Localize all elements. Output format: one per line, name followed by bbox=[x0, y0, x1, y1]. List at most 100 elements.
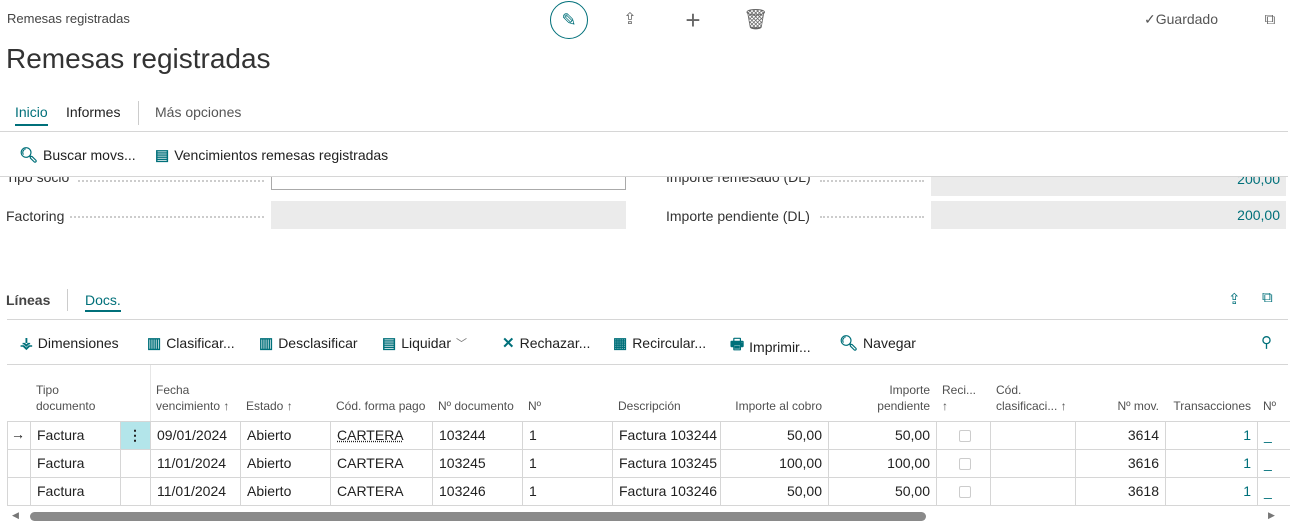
cell-desc: Factura 103246 bbox=[612, 477, 720, 505]
column-header[interactable]: Descripción bbox=[618, 370, 714, 420]
cell-tipo: Factura bbox=[30, 477, 120, 505]
saved-status: ✓Guardado bbox=[1144, 11, 1219, 27]
cell-forma[interactable]: CARTERA bbox=[330, 421, 432, 449]
factoring-label: Factoring bbox=[6, 208, 65, 224]
reci-cell bbox=[936, 421, 990, 449]
column-header[interactable]: Nº mov. bbox=[1081, 370, 1160, 420]
dimensiones-button[interactable]: ⚶ Dimensiones bbox=[20, 334, 119, 352]
edit-button[interactable]: ✎ bbox=[550, 1, 588, 39]
tab-inicio[interactable]: Inicio bbox=[15, 104, 48, 126]
reci-cell bbox=[936, 477, 990, 505]
vencimientos-button[interactable]: ▤ Vencimientos remesas registradas bbox=[155, 146, 388, 164]
reci-cell bbox=[936, 449, 990, 477]
cell-last[interactable]: _ bbox=[1257, 449, 1290, 477]
action-label: Dimensiones bbox=[37, 335, 119, 351]
column-header[interactable]: Cód. clasificaci... ↑ bbox=[996, 370, 1069, 420]
cell-fecha: 09/01/2024 bbox=[150, 421, 240, 449]
action-label: Imprimir... bbox=[749, 338, 811, 355]
tab-mas-opciones[interactable]: Más opciones bbox=[155, 104, 241, 120]
new-icon[interactable]: + bbox=[681, 7, 705, 33]
cell-forma[interactable]: CARTERA bbox=[330, 477, 432, 505]
action-label: Recircular... bbox=[632, 335, 707, 351]
reject-icon: ✕ bbox=[502, 335, 515, 352]
cell-estado: Abierto bbox=[240, 477, 330, 505]
checkbox[interactable] bbox=[959, 430, 971, 443]
column-header[interactable]: Estado ↑ bbox=[246, 370, 324, 420]
action-label: Vencimientos remesas registradas bbox=[174, 147, 389, 163]
dimensions-icon: ⚶ bbox=[20, 335, 33, 352]
desclasificar-button[interactable]: ▥ Desclasificar bbox=[259, 334, 358, 352]
cell-pend: 100,00 bbox=[828, 449, 936, 477]
action-label: Rechazar... bbox=[519, 335, 591, 351]
column-header[interactable]: Reci... ↑ bbox=[942, 370, 984, 420]
liquidar-button[interactable]: ▤ Liquidar ﹀ bbox=[382, 334, 467, 352]
cell-last[interactable]: _ bbox=[1257, 421, 1290, 449]
navegar-button[interactable]: 🔍︎ Navegar bbox=[839, 334, 916, 352]
column-header[interactable]: Importe al cobro bbox=[726, 370, 822, 420]
due-dates-icon: ▤ bbox=[155, 147, 170, 164]
share-icon[interactable]: ⇪ bbox=[618, 8, 642, 32]
cell-tipo: Factura bbox=[30, 449, 120, 477]
cell-clasif bbox=[990, 421, 1075, 449]
column-header[interactable]: Importe pendiente bbox=[834, 370, 930, 420]
cell-mov: 3616 bbox=[1075, 449, 1165, 477]
pin-icon[interactable]: ⚲ bbox=[1261, 333, 1272, 351]
tab-informes[interactable]: Informes bbox=[66, 104, 120, 120]
action-label: Clasificar... bbox=[166, 335, 235, 351]
imprimir-button[interactable]: 🖶 Imprimir... bbox=[730, 334, 811, 359]
column-header[interactable]: Cód. forma pago bbox=[336, 370, 426, 420]
chevron-down-icon: ﹀ bbox=[456, 338, 468, 350]
column-header[interactable]: Transacciones bbox=[1171, 370, 1251, 420]
saved-label: Guardado bbox=[1155, 11, 1219, 27]
cell-cobro: 50,00 bbox=[720, 421, 828, 449]
clasificar-button[interactable]: ▥ Clasificar... bbox=[147, 334, 235, 352]
cell-cobro: 100,00 bbox=[720, 449, 828, 477]
cell-cobro: 50,00 bbox=[720, 477, 828, 505]
cell-trans[interactable]: 1 bbox=[1165, 421, 1257, 449]
column-header[interactable]: Nº documento bbox=[438, 370, 516, 420]
cell-trans[interactable]: 1 bbox=[1165, 449, 1257, 477]
lines-title[interactable]: Líneas bbox=[6, 292, 50, 308]
cell-forma[interactable]: CARTERA bbox=[330, 449, 432, 477]
recircular-button[interactable]: ▦ Recircular... bbox=[613, 334, 706, 352]
row-menu-cell bbox=[120, 449, 150, 477]
dots bbox=[820, 180, 924, 182]
column-header[interactable]: Fecha vencimiento ↑ bbox=[156, 370, 234, 420]
expand-icon[interactable]: ⧉ bbox=[1262, 289, 1273, 306]
action-label: Desclasificar bbox=[278, 335, 358, 351]
scroll-left-arrow[interactable]: ◀ bbox=[12, 510, 19, 521]
scroll-right-arrow[interactable]: ▶ bbox=[1268, 510, 1275, 521]
checkbox[interactable] bbox=[959, 486, 971, 499]
importe-remesado-field: 200,00 bbox=[931, 177, 1286, 196]
cell-desc: Factura 103245 bbox=[612, 449, 720, 477]
share-lines-icon[interactable]: ⇪ bbox=[1228, 290, 1241, 308]
dots bbox=[820, 216, 924, 218]
uncategorize-icon: ▥ bbox=[259, 335, 274, 352]
cell-trans[interactable]: 1 bbox=[1165, 477, 1257, 505]
divider bbox=[7, 421, 8, 505]
horizontal-scrollbar[interactable] bbox=[30, 512, 926, 521]
action-label: Liquidar bbox=[401, 335, 452, 351]
column-header[interactable]: Nº bbox=[528, 370, 606, 420]
cell-desc: Factura 103244 bbox=[612, 421, 720, 449]
buscar-movs-button[interactable]: 🔍︎ Buscar movs... bbox=[19, 146, 136, 164]
column-header[interactable]: Nº bbox=[1263, 370, 1284, 420]
cell-doc: 103245 bbox=[432, 449, 522, 477]
rechazar-button[interactable]: ✕ Rechazar... bbox=[502, 334, 590, 352]
cell-estado: Abierto bbox=[240, 449, 330, 477]
checkbox[interactable] bbox=[959, 458, 971, 471]
tab-docs[interactable]: Docs. bbox=[85, 292, 121, 312]
lines-divider bbox=[67, 289, 68, 311]
cell-doc: 103244 bbox=[432, 421, 522, 449]
delete-icon[interactable]: 🗑 bbox=[743, 8, 768, 32]
page-title: Remesas registradas bbox=[6, 43, 271, 74]
column-header[interactable]: Tipo documento bbox=[36, 370, 114, 420]
cell-tipo: Factura bbox=[30, 421, 120, 449]
open-new-window-icon[interactable]: ⧉ bbox=[1258, 8, 1282, 32]
tipo-socio-select[interactable]: ﹀ bbox=[271, 177, 626, 190]
navigate-icon: 🔍︎ bbox=[839, 335, 859, 352]
print-icon: 🖶 bbox=[730, 336, 745, 353]
cell-mov: 3614 bbox=[1075, 421, 1165, 449]
cell-last[interactable]: _ bbox=[1257, 477, 1290, 505]
divider bbox=[7, 364, 1288, 365]
